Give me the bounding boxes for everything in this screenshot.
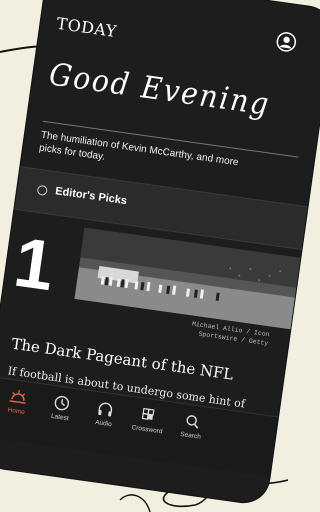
nav-item-search[interactable]: Search	[168, 411, 215, 443]
nav-item-latest[interactable]: Latest	[38, 392, 85, 424]
nav-label-search: Search	[179, 430, 202, 441]
nav-label-home: Home	[7, 406, 26, 417]
greeting-title: Good Evening	[47, 55, 273, 123]
nav-item-audio[interactable]: Audio	[81, 398, 128, 430]
nav-item-crossword[interactable]: Crossword	[125, 404, 172, 436]
greeting-area: Good Evening	[44, 51, 290, 144]
nav-label-latest: Latest	[50, 412, 70, 423]
picks-bullet-icon	[36, 184, 48, 196]
phone-screen: TODAY Good Evening The humiliation of Ke…	[0, 0, 320, 506]
nav-label-audio: Audio	[94, 419, 113, 429]
story-rank: 1	[9, 222, 60, 306]
nav-label-crossword: Crossword	[131, 424, 163, 436]
clock-icon	[54, 395, 70, 411]
headphones-icon	[98, 402, 113, 417]
nav-item-home[interactable]: Home	[0, 386, 41, 418]
profile-icon[interactable]	[275, 31, 298, 54]
crossword-icon	[141, 407, 155, 420]
editors-picks-label: Editor's Picks	[54, 185, 128, 208]
search-icon	[186, 415, 199, 429]
app-logo[interactable]: TODAY	[55, 14, 118, 41]
sunrise-icon	[9, 389, 26, 404]
